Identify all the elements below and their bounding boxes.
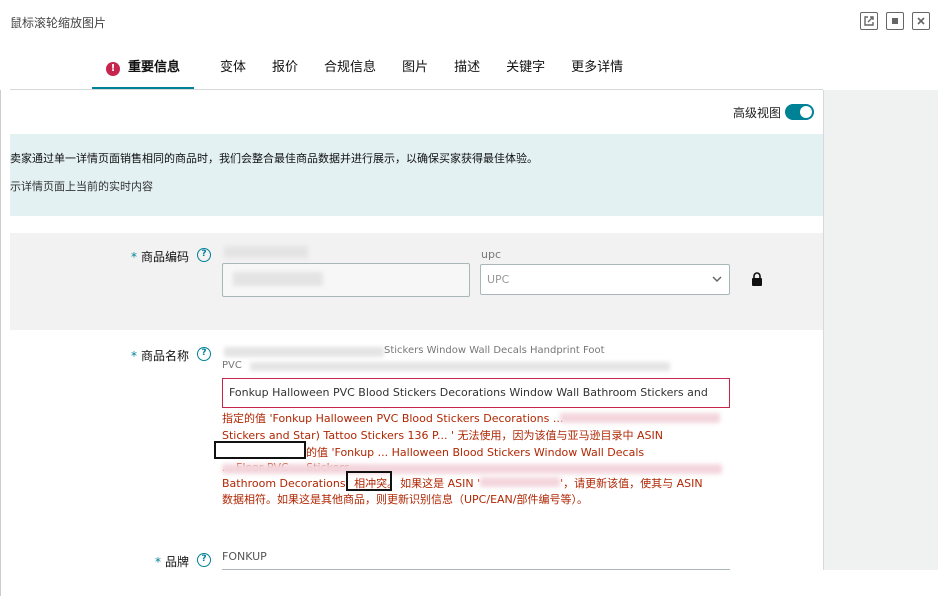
close-icon[interactable] xyxy=(912,12,930,30)
redacted-text xyxy=(560,413,720,423)
info-banner: 卖家通过单一详情页面销售相同的商品时，我们会整合最佳商品数据并进行展示，以确保买… xyxy=(10,134,823,216)
redacted-text xyxy=(250,362,670,371)
product-id-label: * 商品编码 xyxy=(131,250,190,264)
id-type-select[interactable]: UPC xyxy=(480,264,730,295)
brand-label: * 品牌 xyxy=(155,555,190,569)
error-line-5: Bathroom Decorations' 相冲突。 如果这是 ASIN ' '，请… xyxy=(222,477,703,490)
redacted-text xyxy=(222,464,722,474)
help-icon[interactable]: ? xyxy=(197,347,211,361)
lock-icon xyxy=(752,272,762,286)
redacted-input-value xyxy=(233,272,323,286)
id-type-label: upc xyxy=(481,248,502,261)
tab-variations[interactable]: 变体 xyxy=(220,48,246,90)
redacted-value xyxy=(224,246,308,258)
tab-label: 重要信息 xyxy=(128,60,181,75)
id-type-value: UPC xyxy=(487,273,510,286)
highlight-box xyxy=(214,441,306,459)
tab-keywords[interactable]: 关键字 xyxy=(506,48,545,90)
window-titlebar: 鼠标滚轮缩放图片 xyxy=(0,0,938,44)
tab-bar: ! 重要信息 变体 报价 合规信息 图片 描述 关键字 更多详情 xyxy=(92,48,649,90)
brand-input[interactable]: FONKUP xyxy=(222,550,730,570)
banner-line-2: 示详情页面上当前的实时内容 xyxy=(10,180,153,193)
error-line-6: 数据相符。如果这是其他商品，则更新识别信息（UPC/EAN/部件编号等）。 xyxy=(222,493,588,506)
banner-line-1: 卖家通过单一详情页面销售相同的商品时，我们会整合最佳商品数据并进行展示，以确保买… xyxy=(10,152,538,165)
chevron-down-icon xyxy=(712,276,722,283)
redacted-text xyxy=(224,347,384,357)
left-border xyxy=(0,90,1,596)
open-external-icon[interactable] xyxy=(860,12,878,30)
product-name-input[interactable]: Fonkup Halloween PVC Blood Stickers Deco… xyxy=(222,378,730,408)
window-title: 鼠标滚轮缩放图片 xyxy=(10,16,107,30)
right-side-panel xyxy=(823,90,938,570)
tab-compliance[interactable]: 合规信息 xyxy=(324,48,376,90)
product-id-input[interactable] xyxy=(222,263,470,297)
highlight-box xyxy=(346,471,392,491)
error-line-1: 指定的值 'Fonkup Halloween PVC Blood Sticker… xyxy=(222,412,564,425)
help-icon[interactable]: ? xyxy=(197,553,211,567)
current-name-line-2: PVC xyxy=(222,360,242,371)
tab-offer[interactable]: 报价 xyxy=(272,48,298,90)
error-line-3: 的值 'Fonkup ... Halloween Blood Stickers … xyxy=(306,446,645,459)
alert-icon: ! xyxy=(106,62,120,76)
tab-more-details[interactable]: 更多详情 xyxy=(571,48,623,90)
help-icon[interactable]: ? xyxy=(197,248,211,262)
product-name-label: * 商品名称 xyxy=(131,349,190,363)
minimize-icon[interactable] xyxy=(886,12,904,30)
advanced-view-label: 高级视图 xyxy=(733,106,782,120)
tab-important-info[interactable]: ! 重要信息 xyxy=(92,48,195,90)
window-controls xyxy=(860,12,930,30)
advanced-view-toggle[interactable] xyxy=(785,104,814,120)
current-name-line-1: Stickers Window Wall Decals Handprint Fo… xyxy=(384,345,605,356)
tab-divider xyxy=(10,89,823,90)
tab-description[interactable]: 描述 xyxy=(454,48,480,90)
tab-images[interactable]: 图片 xyxy=(402,48,428,90)
